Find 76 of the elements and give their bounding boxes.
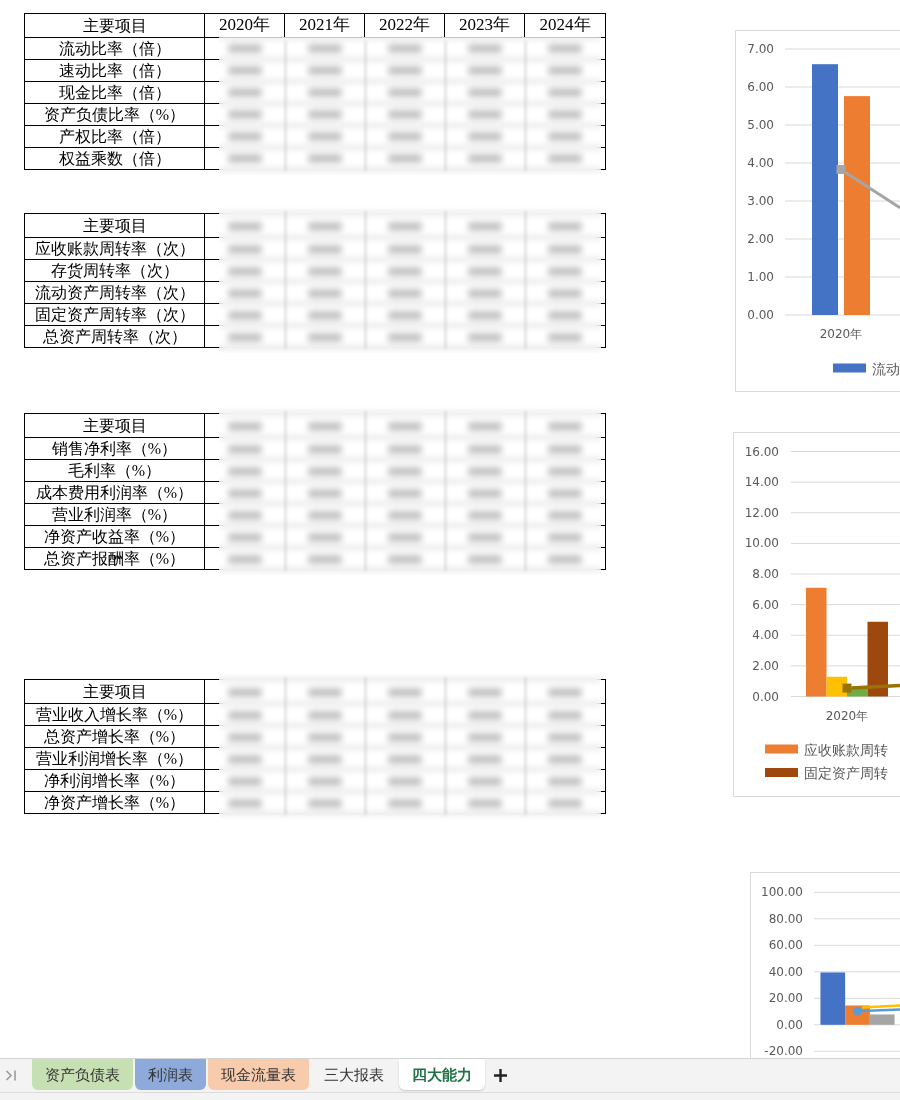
axis-tick-label: 16.00 — [744, 444, 779, 459]
column-header: 2022年 — [365, 14, 445, 37]
row-header: 固定资产周转率（次） — [25, 304, 205, 325]
data-point — [853, 1006, 862, 1016]
axis-tick-label: 12.00 — [744, 505, 779, 520]
axis-tick-label: 0.00 — [776, 1017, 803, 1032]
row-header: 存货周转率（次） — [25, 260, 205, 281]
column-header: 2020年 — [205, 14, 285, 37]
column-header: 2024年 — [538, 14, 592, 36]
row-header: 销售净利率（%） — [25, 438, 205, 459]
offscreen-line-segment — [844, 171, 900, 210]
axis-tick-label: 3.00 — [747, 194, 774, 208]
sheet-tab[interactable]: 四大能力 — [399, 1059, 485, 1090]
column-header: 主要项目 — [25, 214, 205, 237]
chevron-bar-icon — [5, 1070, 17, 1081]
category-label: 2020年 — [819, 327, 863, 341]
offscreen-line-segment — [851, 683, 900, 690]
data-point — [842, 683, 852, 693]
legend-label: 应收账款周转 — [804, 741, 888, 758]
axis-tick-label: 10.00 — [744, 536, 779, 551]
axis-tick-label: 0.00 — [747, 308, 774, 322]
row-header: 净资产增长率（%） — [25, 792, 205, 813]
sheet-tab[interactable]: 三大报表 — [311, 1059, 397, 1090]
row-header: 成本费用利润率（%） — [25, 482, 205, 503]
axis-tick-label: 1.00 — [747, 270, 774, 284]
row-header: 总资产周转率（次） — [25, 326, 205, 347]
axis-tick-label: 14.00 — [744, 475, 779, 490]
column-header: 主要项目 — [25, 14, 205, 37]
row-header: 营业利润增长率（%） — [25, 748, 205, 769]
axis-tick-label: 80.00 — [768, 911, 803, 926]
axis-tick-label: 4.00 — [752, 628, 779, 643]
sheet-tab[interactable]: 资产负债表 — [32, 1059, 133, 1090]
row-header: 流动资产周转率（次） — [25, 282, 205, 303]
legend-label: 固定资产周转 — [804, 765, 888, 781]
legend-swatch-icon — [765, 768, 798, 777]
row-header: 总资产报酬率（%） — [25, 548, 205, 569]
sheet-tab[interactable]: 现金流量表 — [208, 1059, 309, 1090]
axis-tick-label: 7.00 — [747, 42, 774, 56]
row-header: 资产负债比率（%） — [25, 104, 205, 125]
axis-tick-label: 5.00 — [747, 118, 774, 132]
column-header: 2023年 — [445, 14, 525, 37]
column-header: 主要项目 — [25, 680, 205, 703]
axis-tick-label: 6.00 — [747, 80, 774, 94]
row-header: 总资产增长率（%） — [25, 726, 205, 747]
row-header: 流动比率（倍） — [25, 38, 205, 59]
row-header: 现金比率（倍） — [25, 82, 205, 103]
axis-tick-label: 100.00 — [761, 885, 803, 900]
axis-tick-label: 20.00 — [768, 991, 803, 1006]
row-header: 净利润增长率（%） — [25, 770, 205, 791]
axis-tick-label: 8.00 — [752, 567, 779, 581]
column-header: 2021年 — [285, 14, 365, 37]
row-header: 营业收入增长率（%） — [25, 704, 205, 725]
legend-label: 流动 — [872, 360, 900, 377]
axis-tick-label: 60.00 — [768, 938, 803, 953]
axis-tick-label: 2.00 — [752, 658, 779, 673]
row-header: 权益乘数（倍） — [25, 148, 205, 169]
row-header: 营业利润率（%） — [25, 504, 205, 525]
plus-icon — [494, 1069, 507, 1082]
row-header: 毛利率（%） — [25, 460, 205, 481]
sheet-tab[interactable]: 利润表 — [135, 1059, 206, 1090]
column-header: 主要项目 — [25, 414, 205, 437]
row-header: 产权比率（倍） — [25, 126, 205, 147]
axis-tick-label: 4.00 — [747, 156, 774, 170]
axis-tick-label: 2.00 — [747, 232, 774, 246]
legend-swatch-icon — [833, 363, 866, 373]
legend-swatch-icon — [765, 744, 798, 754]
row-header: 应收账款周转率（次） — [25, 238, 205, 259]
row-header: 净资产收益率（%） — [25, 526, 205, 547]
axis-tick-label: 6.00 — [752, 597, 779, 612]
category-label: 2020年 — [825, 709, 869, 723]
add-sheet-button[interactable] — [493, 1068, 508, 1083]
row-header: 速动比率（倍） — [25, 60, 205, 81]
data-point — [836, 164, 846, 174]
axis-tick-label: 40.00 — [768, 964, 803, 979]
axis-tick-label: -20.00 — [764, 1044, 803, 1058]
axis-tick-label: 0.00 — [752, 689, 779, 704]
